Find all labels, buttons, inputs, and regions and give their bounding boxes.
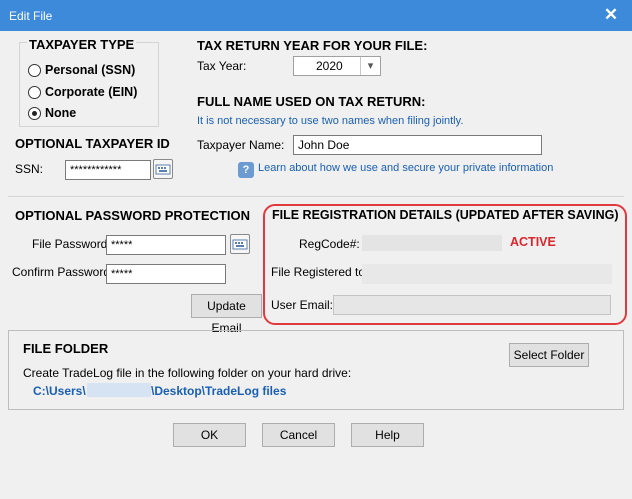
privacy-link[interactable]: Learn about how we use and secure your p…	[258, 162, 553, 174]
taxpayer-name-input[interactable]: John Doe	[293, 135, 542, 155]
file-folder-heading: FILE FOLDER	[23, 341, 109, 356]
registration-heading: FILE REGISTRATION DETAILS (UPDATED AFTER…	[272, 208, 619, 222]
status-badge: ACTIVE	[510, 235, 556, 249]
file-password-input[interactable]: *****	[106, 235, 226, 255]
radio-corporate-label[interactable]: Corporate (EIN)	[45, 85, 137, 99]
tax-year-label: Tax Year:	[197, 59, 247, 73]
keyboard-icon[interactable]	[153, 159, 173, 179]
regcode-value	[362, 235, 502, 251]
title-bar: Edit File ✕	[0, 0, 632, 31]
radio-corporate[interactable]	[28, 86, 41, 99]
taxpayer-name-label: Taxpayer Name:	[197, 138, 285, 152]
ssn-label: SSN:	[15, 162, 44, 176]
registered-to-value	[362, 264, 612, 284]
confirm-password-input[interactable]: *****	[106, 264, 226, 284]
cancel-button[interactable]: Cancel	[262, 423, 335, 447]
registered-to-label: File Registered to:	[271, 265, 369, 279]
folder-path-prefix: C:\Users\	[33, 384, 86, 398]
taxpayer-type-heading: TAXPAYER TYPE	[27, 37, 137, 52]
update-email-button[interactable]: Update Email	[191, 294, 262, 335]
password-heading: OPTIONAL PASSWORD PROTECTION	[15, 208, 250, 223]
window-title: Edit File	[9, 9, 53, 23]
folder-instruction: Create TradeLog file in the following fo…	[23, 366, 352, 380]
regcode-label: RegCode#:	[299, 237, 360, 251]
tax-year-select[interactable]: 2020 ▾	[293, 56, 381, 76]
ok-button[interactable]: OK	[173, 423, 246, 447]
help-icon[interactable]: ?	[238, 162, 254, 178]
keyboard-icon-password[interactable]	[230, 234, 250, 254]
radio-none-label[interactable]: None	[45, 106, 76, 120]
full-name-note: It is not necessary to use two names whe…	[197, 115, 464, 127]
divider	[8, 196, 624, 197]
radio-personal[interactable]	[28, 64, 41, 77]
close-icon[interactable]: ✕	[599, 3, 623, 27]
full-name-heading: FULL NAME USED ON TAX RETURN:	[197, 94, 426, 109]
chevron-down-icon[interactable]: ▾	[360, 57, 380, 75]
radio-personal-label[interactable]: Personal (SSN)	[45, 63, 135, 77]
tax-year-heading: TAX RETURN YEAR FOR YOUR FILE:	[197, 38, 428, 53]
user-email-label: User Email:	[271, 298, 334, 312]
taxpayer-id-heading: OPTIONAL TAXPAYER ID	[15, 136, 170, 151]
user-email-value	[333, 295, 611, 315]
tax-year-value: 2020	[316, 59, 343, 73]
file-password-label: File Password:	[32, 237, 111, 251]
folder-path-username	[87, 383, 151, 397]
help-button[interactable]: Help	[351, 423, 424, 447]
select-folder-button[interactable]: Select Folder	[509, 343, 589, 367]
ssn-input[interactable]: ************	[65, 160, 151, 180]
confirm-password-label: Confirm Password:	[12, 265, 114, 279]
folder-path-suffix: \Desktop\TradeLog files	[151, 384, 287, 398]
radio-none[interactable]	[28, 107, 41, 120]
